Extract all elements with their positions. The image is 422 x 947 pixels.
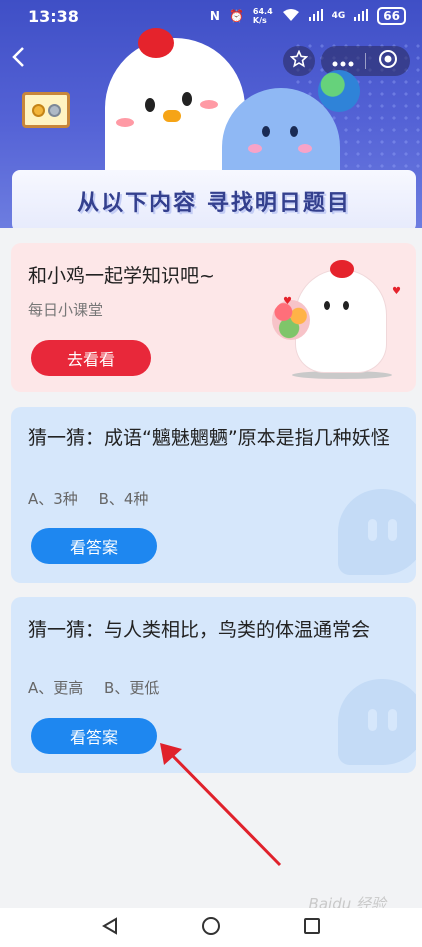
square-recent-icon	[303, 917, 321, 939]
quiz-options: A、3种 B、4种	[28, 488, 148, 509]
mascot-shadow	[292, 371, 392, 379]
nav-back-button[interactable]	[94, 912, 126, 944]
network-type: 4G	[331, 11, 346, 21]
view-answer-button[interactable]: 看答案	[31, 718, 157, 754]
circle-home-icon	[201, 916, 221, 940]
chicken-comb	[138, 28, 174, 58]
blue-mascot-blush	[248, 144, 262, 153]
star-icon	[289, 49, 309, 72]
heart-icon: ♥	[283, 296, 292, 307]
chicken-eye	[343, 301, 349, 310]
chat-bubble-decoration	[338, 679, 416, 765]
banner-title: 从以下内容 寻找明日题目	[77, 191, 351, 216]
blue-mascot-eye	[290, 126, 298, 137]
go-see-button[interactable]: 去看看	[31, 340, 151, 376]
view-answer-button[interactable]: 看答案	[31, 528, 157, 564]
chicken-eye	[324, 301, 330, 310]
page: 13:38 N ⏰ 64.4 K/s 4G 66 从以下内容 寻找明日题目 和小…	[0, 0, 422, 947]
quiz-question: 猜一猜：与人类相比，鸟类的体温通常会	[28, 619, 371, 641]
chicken-eye	[182, 92, 192, 106]
nav-home-button[interactable]	[195, 912, 227, 944]
option-b: B、4种	[98, 490, 149, 508]
blue-mascot-eye	[262, 126, 270, 137]
hero-banner: 13:38 N ⏰ 64.4 K/s 4G 66 从以下内容 寻找明日题目	[0, 0, 422, 228]
signal-icon	[308, 8, 323, 24]
network-speed: 64.4 K/s	[252, 7, 273, 25]
nfc-icon: N	[209, 9, 220, 23]
option-b: B、更低	[104, 679, 160, 697]
status-icons: N ⏰ 64.4 K/s 4G 66	[210, 7, 406, 25]
wifi-icon	[282, 8, 300, 25]
red-arrow-annotation	[160, 743, 282, 867]
close-applet-button[interactable]	[366, 46, 410, 76]
heart-icon: ♥	[392, 286, 401, 297]
triangle-back-icon	[102, 916, 118, 939]
favorite-button[interactable]	[283, 46, 315, 76]
chevron-left-icon	[11, 46, 25, 74]
section-banner: 从以下内容 寻找明日题目	[12, 170, 416, 228]
quiz-options: A、更高 B、更低	[28, 677, 159, 698]
status-time: 13:38	[28, 6, 79, 26]
quiz-card[interactable]: 猜一猜：成语“魑魅魍魉”原本是指几种妖怪 A、3种 B、4种 看答案	[11, 407, 416, 583]
option-a: A、更高	[28, 679, 84, 697]
signal-icon-2	[354, 8, 369, 24]
chicken-blush	[200, 100, 218, 109]
more-dots-icon	[332, 52, 354, 71]
card-subtitle: 每日小课堂	[28, 301, 104, 319]
target-icon	[378, 49, 398, 73]
chicken-eye	[145, 98, 155, 112]
blue-mascot-blush	[298, 144, 312, 153]
medal-icon	[22, 92, 70, 128]
battery-icon: 66	[377, 7, 406, 25]
chat-bubble-decoration	[338, 489, 416, 575]
chicken-blush	[116, 118, 134, 127]
nav-recent-button[interactable]	[296, 912, 328, 944]
chicken-beak	[163, 110, 181, 122]
option-a: A、3种	[28, 490, 78, 508]
chicken-comb	[330, 260, 354, 278]
back-button[interactable]	[6, 46, 30, 74]
status-bar: 13:38 N ⏰ 64.4 K/s 4G 66	[0, 0, 422, 32]
system-nav-bar	[0, 908, 422, 947]
alarm-icon: ⏰	[228, 9, 244, 23]
globe-icon	[318, 70, 360, 112]
quiz-question: 猜一猜：成语“魑魅魍魉”原本是指几种妖怪	[28, 427, 390, 449]
